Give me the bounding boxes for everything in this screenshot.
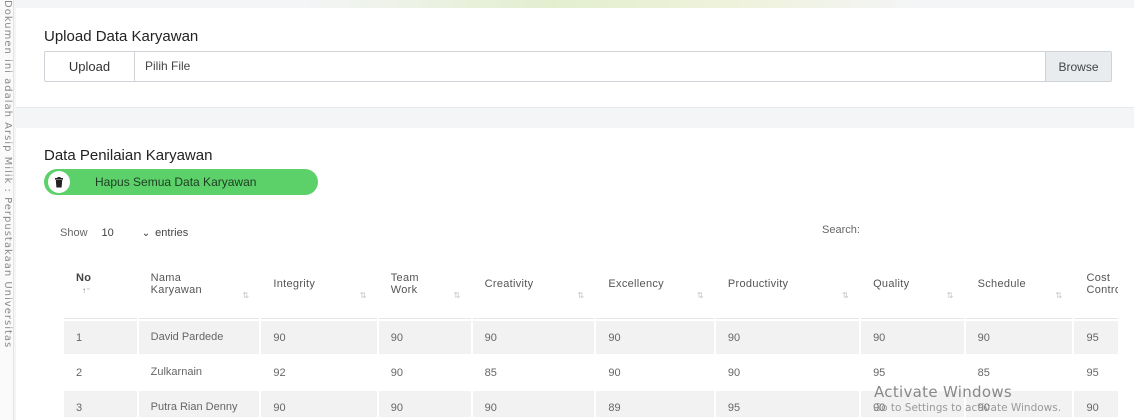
sort-icon: ⇅	[577, 291, 585, 300]
cell-nama: David Pardede	[138, 321, 260, 354]
upload-title: Upload Data Karyawan	[44, 28, 199, 45]
cell-integrity: 92	[261, 356, 377, 389]
page-size-value: 10	[101, 227, 114, 239]
trash-icon	[48, 171, 70, 193]
sort-icon: ⇅	[1055, 291, 1063, 300]
cell-nama: Putra Rian Denny	[138, 391, 260, 417]
delete-all-button[interactable]: Hapus Semua Data Karyawan	[44, 169, 318, 195]
cell-no: 3	[64, 391, 137, 417]
entries-label: entries	[155, 227, 189, 239]
cell-cost-control: 90	[1074, 391, 1118, 417]
cell-nama: Zulkarnain	[138, 356, 260, 389]
column-header-nama[interactable]: Nama Karyawan ⇅	[138, 249, 260, 319]
column-header-teamwork[interactable]: Team Work ⇅	[378, 249, 471, 319]
upload-card: Upload Data Karyawan Upload Pilih File B…	[16, 8, 1134, 108]
show-label: Show	[60, 227, 88, 239]
sort-icon: ⇅	[453, 291, 461, 300]
cell-productivity: 95	[715, 391, 860, 417]
table-row: 1 David Pardede 90 90 90 90 90 90 90 95	[64, 321, 1118, 354]
cell-creativity: 90	[472, 391, 595, 417]
column-header-quality[interactable]: Quality ⇅	[861, 249, 964, 319]
show-entries-control: Show 10 ⌄ entries	[60, 224, 192, 242]
column-header-cost-control[interactable]: Cost Control	[1074, 249, 1118, 319]
sort-icon: ⇅	[946, 291, 954, 300]
cell-creativity: 90	[472, 321, 595, 354]
page-size-select[interactable]: 10 ⌄ entries	[102, 224, 192, 242]
upload-button[interactable]: Upload	[45, 52, 135, 81]
cell-no: 1	[64, 321, 137, 354]
column-header-productivity[interactable]: Productivity ⇅	[715, 249, 860, 319]
table-header-row: No ↑⁻ Nama Karyawan ⇅ Integrity ⇅ Team W…	[64, 249, 1118, 319]
delete-all-label: Hapus Semua Data Karyawan	[95, 175, 257, 189]
cell-creativity: 85	[472, 356, 595, 389]
screen: Dokumen ini adalah Arsip Milik : Perpust…	[0, 0, 1134, 420]
column-header-schedule[interactable]: Schedule ⇅	[965, 249, 1073, 319]
column-header-no[interactable]: No ↑⁻	[64, 249, 137, 319]
search-label: Search:	[822, 224, 860, 236]
file-input-group[interactable]: Upload Pilih File Browse	[44, 51, 1112, 82]
sort-icon: ⇅	[242, 291, 250, 300]
column-header-excellency[interactable]: Excellency ⇅	[596, 249, 714, 319]
column-header-creativity[interactable]: Creativity ⇅	[472, 249, 595, 319]
cell-integrity: 90	[261, 321, 377, 354]
column-header-integrity[interactable]: Integrity ⇅	[261, 249, 377, 319]
search-input[interactable]	[870, 220, 1100, 240]
sort-icon: ⇅	[359, 291, 367, 300]
cell-teamwork: 90	[378, 356, 471, 389]
cell-productivity: 90	[715, 356, 860, 389]
cell-integrity: 90	[261, 391, 377, 417]
watermark-strip: Dokumen ini adalah Arsip Milik : Perpust…	[0, 0, 14, 420]
sort-asc-icon: ↑⁻	[82, 286, 91, 295]
cell-teamwork: 90	[378, 321, 471, 354]
sort-icon: ⇅	[696, 291, 704, 300]
cell-excellency: 90	[596, 356, 714, 389]
cell-schedule: 90	[965, 321, 1073, 354]
cell-excellency: 89	[596, 391, 714, 417]
chevron-down-icon: ⌄	[141, 227, 151, 239]
activate-windows-subtitle: Go to Settings to activate Windows.	[873, 402, 1062, 414]
cell-productivity: 90	[715, 321, 860, 354]
browse-button[interactable]: Browse	[1045, 52, 1111, 81]
cell-teamwork: 90	[378, 391, 471, 417]
cell-cost-control: 95	[1074, 356, 1118, 389]
cell-no: 2	[64, 356, 137, 389]
cell-cost-control: 95	[1074, 321, 1118, 354]
sort-icon: ⇅	[842, 291, 850, 300]
data-title: Data Penilaian Karyawan	[44, 147, 213, 164]
cell-quality: 90	[861, 321, 964, 354]
file-name-label[interactable]: Pilih File	[145, 52, 190, 81]
watermark-side-text: Dokumen ini adalah Arsip Milik : Perpust…	[2, 0, 13, 349]
cell-excellency: 90	[596, 321, 714, 354]
activate-windows-title: Activate Windows	[874, 383, 1012, 401]
